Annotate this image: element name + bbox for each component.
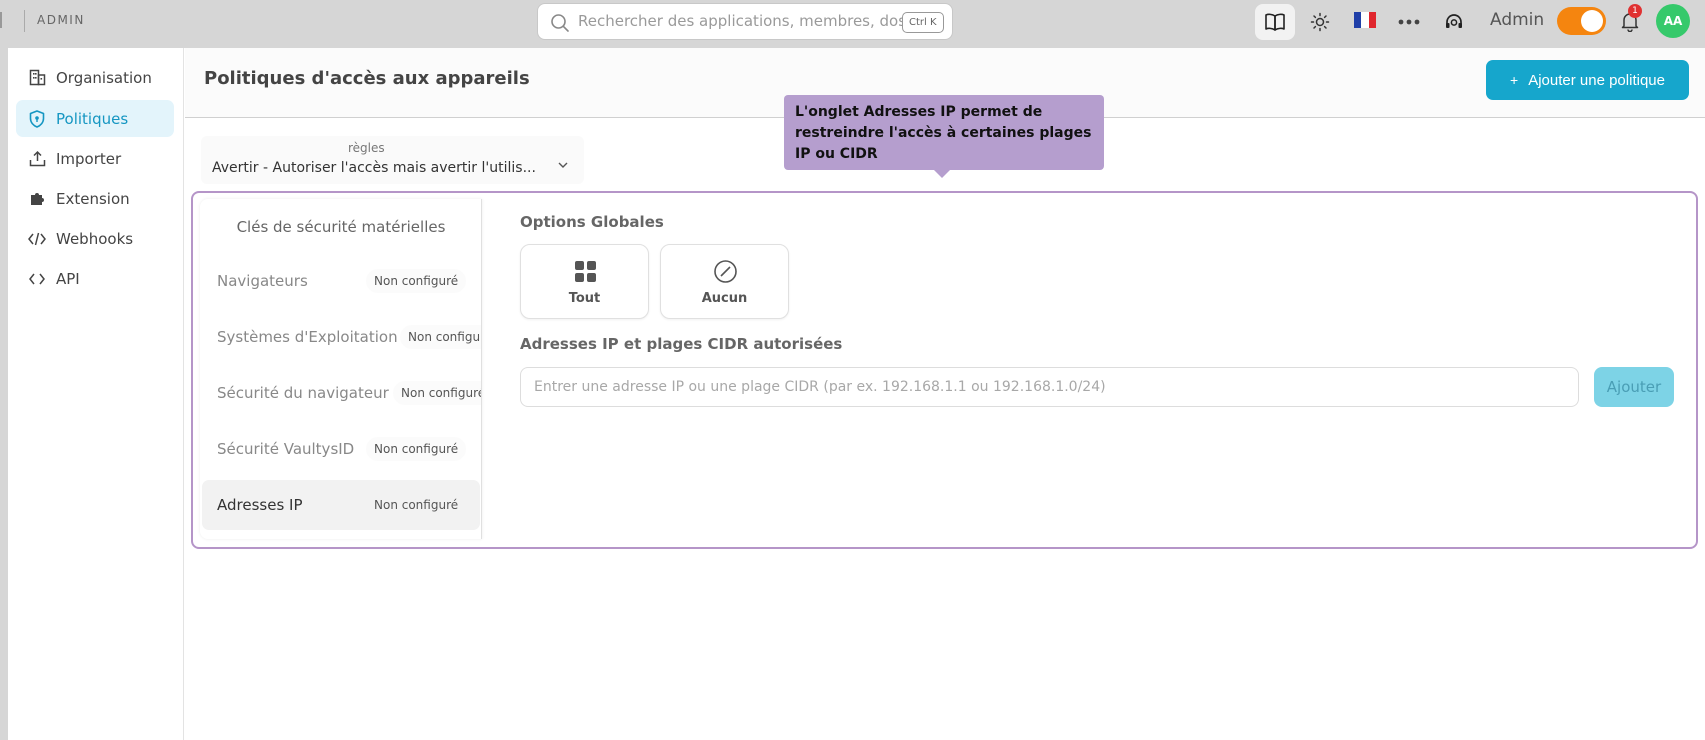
plus-icon: +: [1510, 72, 1519, 88]
window-edge: [0, 12, 2, 28]
sidebar-item-label: Politiques: [56, 109, 129, 128]
window-left-edge: [0, 48, 8, 740]
shortcut-badge: Ctrl K: [902, 12, 944, 33]
admin-label: Admin: [1490, 10, 1545, 30]
tab-label: Systèmes d'Exploitation: [217, 328, 398, 346]
sidebar-item-politiques[interactable]: Politiques: [16, 100, 174, 137]
select-label: règles: [348, 141, 385, 155]
sidebar-item-label: API: [56, 269, 80, 288]
tab-ip-addresses[interactable]: Adresses IP Non configuré: [202, 480, 480, 530]
notification-badge: 1: [1628, 4, 1642, 18]
docs-button[interactable]: [1255, 4, 1295, 40]
theme-toggle-button[interactable]: [1300, 4, 1340, 40]
tab-browsers[interactable]: Navigateurs Non configuré: [202, 256, 480, 306]
avatar[interactable]: AA: [1656, 4, 1690, 38]
onboarding-tooltip: L'onglet Adresses IP permet de restreind…: [784, 95, 1104, 178]
prohibited-icon: [714, 260, 737, 283]
support-button[interactable]: [1434, 4, 1474, 40]
ip-section-title: Adresses IP et plages CIDR autorisées: [520, 335, 843, 353]
language-flag-icon[interactable]: [1354, 12, 1376, 28]
chevron-down-icon: [558, 162, 568, 168]
tab-label: Sécurité du navigateur: [217, 384, 389, 402]
status-badge: Non configuré: [400, 325, 481, 349]
global-options-title: Options Globales: [520, 213, 664, 231]
policy-panel: Clés de sécurité matérielles Navigateurs…: [191, 191, 1698, 549]
shield-icon: [28, 109, 46, 128]
option-all-label: Tout: [568, 291, 601, 306]
add-ip-button[interactable]: Ajouter: [1594, 367, 1674, 407]
sidebar-item-webhooks[interactable]: Webhooks: [16, 220, 174, 257]
option-all-button[interactable]: Tout: [520, 244, 649, 319]
headset-icon: [1446, 14, 1462, 28]
book-open-icon: [1265, 13, 1285, 31]
page-title: Politiques d'accès aux appareils: [204, 68, 530, 89]
building-icon: [28, 69, 46, 87]
upload-icon: [28, 150, 46, 168]
search-icon: [551, 14, 569, 32]
tab-label: Navigateurs: [217, 272, 308, 290]
brand-label: ADMIN: [37, 13, 85, 27]
ip-input[interactable]: [520, 367, 1579, 407]
tab-hardware-keys[interactable]: Clés de sécurité matérielles: [200, 199, 481, 255]
code-icon: [28, 270, 46, 288]
grid-icon: [575, 261, 596, 282]
tab-label: Adresses IP: [217, 496, 303, 514]
tooltip-arrow: [934, 170, 950, 178]
sidebar-item-label: Importer: [56, 149, 122, 168]
topbar-divider: [24, 10, 25, 32]
sidebar-item-extension[interactable]: Extension: [16, 180, 174, 217]
status-badge: Non configuré: [393, 381, 481, 405]
policy-tabs: Clés de sécurité matérielles Navigateurs…: [200, 199, 482, 539]
status-badge: Non configuré: [366, 269, 467, 293]
sidebar-item-label: Extension: [56, 189, 130, 208]
tab-label: Sécurité VaultysID: [217, 440, 355, 458]
sidebar-item-label: Organisation: [56, 68, 152, 87]
search-box[interactable]: Ctrl K: [537, 3, 953, 40]
sidebar-item-api[interactable]: API: [16, 260, 174, 297]
dots-icon: [1398, 19, 1420, 25]
option-none-label: Aucun: [701, 291, 748, 306]
puzzle-icon: [28, 190, 46, 208]
toggle-knob: [1581, 10, 1603, 32]
select-value: Avertir - Autoriser l'accès mais avertir…: [212, 160, 536, 176]
tooltip-text: L'onglet Adresses IP permet de restreind…: [795, 104, 1092, 162]
code-slash-icon: [28, 230, 46, 248]
select-value-text: Avertir - Autoriser l'accès mais avertir…: [212, 160, 536, 176]
sidebar-item-importer[interactable]: Importer: [16, 140, 174, 177]
option-none-button[interactable]: Aucun: [660, 244, 789, 319]
more-apps-button[interactable]: [1389, 4, 1429, 40]
search-input[interactable]: [578, 12, 928, 30]
top-bar: ADMIN Ctrl K: [0, 0, 1705, 48]
tab-operating-systems[interactable]: Systèmes d'Exploitation Non configuré: [202, 312, 481, 362]
status-badge: Non configuré: [366, 493, 467, 517]
status-badge: Non configuré: [366, 437, 467, 461]
rules-select[interactable]: règles Avertir - Autoriser l'accès mais …: [201, 136, 584, 184]
admin-mode-toggle[interactable]: [1557, 7, 1606, 35]
tab-browser-security[interactable]: Sécurité du navigateur Non configuré: [202, 368, 481, 418]
tab-vaultysid-security[interactable]: Sécurité VaultysID Non configuré: [202, 424, 480, 474]
sun-icon: [1310, 12, 1330, 32]
sidebar-item-label: Webhooks: [56, 229, 134, 248]
sidebar: Organisation Politiques Importer Extensi…: [8, 48, 184, 740]
add-policy-label: Ajouter une politique: [1528, 71, 1665, 89]
sidebar-item-organisation[interactable]: Organisation: [16, 59, 174, 96]
add-policy-button[interactable]: + Ajouter une politique: [1486, 60, 1689, 100]
